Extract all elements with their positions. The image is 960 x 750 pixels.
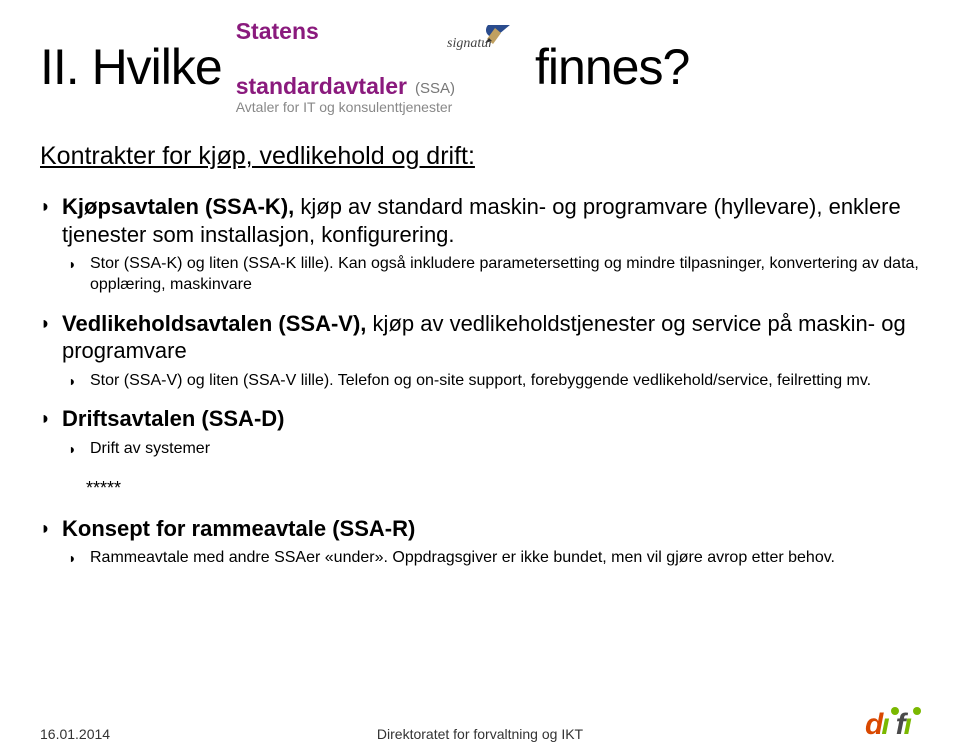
- slide-title: II. Hvilke Statens standardavtaler (SSA)…: [40, 20, 920, 114]
- pen-signature-icon: signatur: [451, 43, 521, 98]
- title-right: finnes?: [535, 42, 689, 92]
- title-left: II. Hvilke: [40, 42, 222, 92]
- item-lead-bold: Driftsavtalen (SSA-D): [62, 406, 284, 431]
- logo-line2: standardavtaler: [236, 75, 407, 98]
- separator-stars: *****: [86, 478, 920, 499]
- item-lead-bold: Konsept for rammeavtale (SSA-R): [62, 516, 415, 541]
- footer-center: Direktoratet for forvaltning og IKT: [377, 726, 583, 742]
- signature-text: signatur: [447, 36, 494, 51]
- sublist-item: Rammeavtale med andre SSAer «under». Opp…: [90, 548, 920, 569]
- item-lead-bold: Kjøpsavtalen (SSA-K),: [62, 194, 294, 219]
- list-item: Vedlikeholdsavtalen (SSA-V), kjøp av ved…: [62, 310, 920, 392]
- logo-line1: Statens: [236, 20, 319, 43]
- section-subheading: Kontrakter for kjøp, vedlikehold og drif…: [40, 142, 920, 171]
- item-lead-bold: Vedlikeholdsavtalen (SSA-V),: [62, 311, 366, 336]
- main-list: Kjøpsavtalen (SSA-K), kjøp av standard m…: [40, 193, 920, 460]
- sublist-item: Stor (SSA-V) og liten (SSA-V lille). Tel…: [90, 371, 920, 392]
- logo-subtitle: Avtaler for IT og konsulenttjenester: [236, 100, 453, 114]
- list-item: Driftsavtalen (SSA-D) Drift av systemer: [62, 405, 920, 459]
- difi-logo: dıfı: [865, 708, 920, 742]
- ssa-logo: Statens standardavtaler (SSA) signatur A…: [236, 20, 521, 114]
- secondary-list: Konsept for rammeavtale (SSA-R) Rammeavt…: [40, 515, 920, 569]
- sublist-item: Drift av systemer: [90, 439, 920, 460]
- sublist-item: Stor (SSA-K) og liten (SSA-K lille). Kan…: [90, 254, 920, 296]
- list-item: Kjøpsavtalen (SSA-K), kjøp av standard m…: [62, 193, 920, 296]
- footer-date: 16.01.2014: [40, 726, 110, 742]
- list-item: Konsept for rammeavtale (SSA-R) Rammeavt…: [62, 515, 920, 569]
